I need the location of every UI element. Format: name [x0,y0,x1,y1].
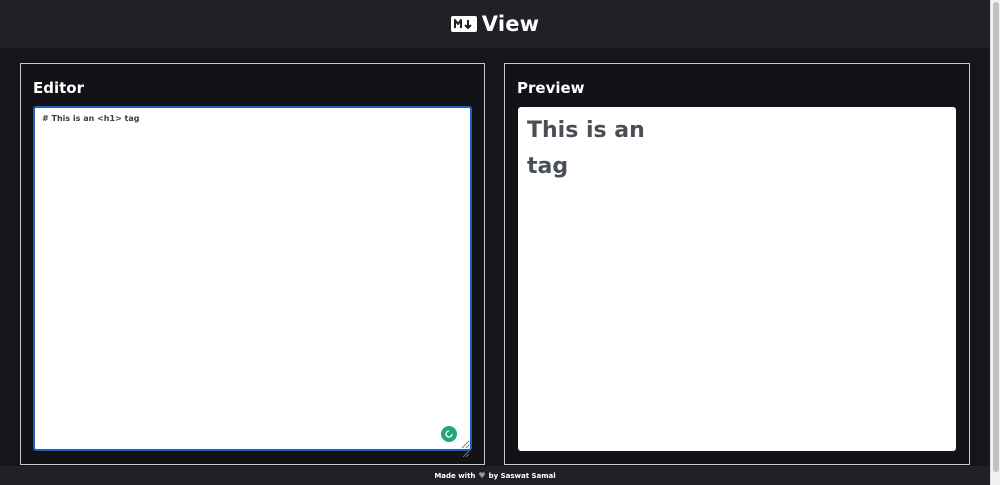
preview-output: This is an tag [518,107,956,451]
grammar-assistant-icon[interactable] [441,426,457,442]
preview-title: Preview [517,79,585,97]
app-title: View [481,11,540,36]
app-header: View [0,0,990,48]
scrollbar-thumb[interactable] [993,2,999,472]
preview-panel: Preview This is an tag [504,63,970,465]
heart-icon: ♥ [478,471,486,480]
resize-grip-icon[interactable] [462,442,470,458]
footer-made-with: Made with [434,471,476,480]
footer: Made with ♥ by Saswat Samal [0,466,990,485]
markdown-icon [450,16,477,32]
editor-panel: Editor [20,63,485,465]
markdown-editor-input[interactable] [33,106,472,451]
preview-heading: This is an tag [527,118,645,179]
page-scrollbar[interactable] [990,0,1000,485]
editor-title: Editor [33,79,84,97]
footer-author: by Saswat Samal [488,471,556,480]
app-logo: View [450,11,540,36]
